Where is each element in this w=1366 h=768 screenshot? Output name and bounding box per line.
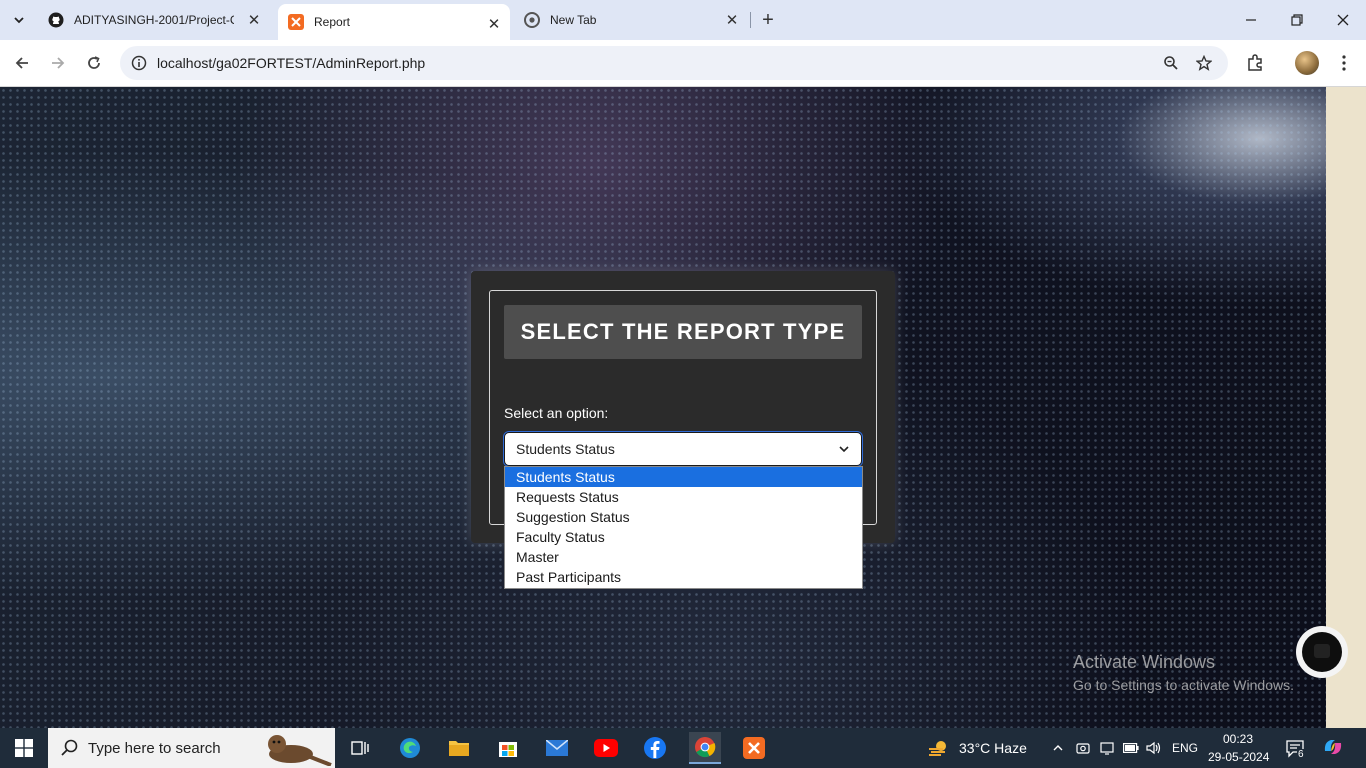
dropdown-option-students-status[interactable]: Students Status <box>505 467 862 487</box>
report-type-select[interactable]: Students Status <box>504 432 862 466</box>
profile-avatar[interactable] <box>1295 51 1319 75</box>
chevron-down-icon <box>14 17 24 24</box>
copilot-icon[interactable] <box>1322 736 1344 758</box>
page-side-panel <box>1326 87 1366 728</box>
restore-button[interactable] <box>1274 0 1320 40</box>
report-heading-box: SELECT THE REPORT TYPE <box>504 305 862 359</box>
option-label: Suggestion Status <box>516 509 630 525</box>
tab-new-tab[interactable]: New Tab ✕ <box>514 0 748 40</box>
minimize-icon <box>1246 19 1256 21</box>
search-icon <box>61 739 78 756</box>
tab-label: ADITYASINGH-2001/Project-Ca <box>74 13 234 27</box>
windows-logo-icon <box>15 739 33 757</box>
xampp-icon <box>288 14 304 30</box>
close-icon <box>1337 14 1349 26</box>
tab-label: Report <box>314 15 351 29</box>
report-type-dropdown: Students Status Requests Status Suggesti… <box>504 466 863 589</box>
arrow-right-icon <box>52 57 65 69</box>
restore-icon <box>1291 14 1303 26</box>
tab-label: New Tab <box>550 13 597 27</box>
url-text[interactable]: localhost/ga02FORTEST/AdminReport.php <box>157 55 425 71</box>
dropdown-option-requests-status[interactable]: Requests Status <box>505 487 862 507</box>
option-label: Past Participants <box>516 569 622 585</box>
xampp-taskbar-icon[interactable] <box>738 732 770 764</box>
display-icon[interactable] <box>1099 740 1115 756</box>
dropdown-option-faculty-status[interactable]: Faculty Status <box>505 527 862 547</box>
zoom-icon[interactable] <box>1160 52 1182 74</box>
language-indicator[interactable]: ENG <box>1172 741 1198 755</box>
chrome-taskbar-icon[interactable] <box>689 732 721 764</box>
chat-icon <box>1314 644 1330 658</box>
new-tab-button[interactable]: + <box>756 8 780 32</box>
back-button[interactable] <box>9 50 35 76</box>
site-info-icon[interactable] <box>128 52 150 74</box>
browser-toolbar: localhost/ga02FORTEST/AdminReport.php <box>0 40 1366 87</box>
page-title: SELECT THE REPORT TYPE <box>520 319 846 344</box>
edge-icon[interactable] <box>394 732 426 764</box>
close-window-button[interactable] <box>1320 0 1366 40</box>
tab-search-button[interactable] <box>6 8 32 32</box>
minimize-button[interactable] <box>1228 0 1274 40</box>
otter-illustration-icon <box>268 735 332 766</box>
reload-icon <box>88 56 100 69</box>
option-label: Faculty Status <box>516 529 605 545</box>
activation-watermark-title: Activate Windows <box>1073 652 1216 672</box>
dropdown-option-past-participants[interactable]: Past Participants <box>505 567 862 587</box>
notification-count: 6 <box>1297 749 1305 760</box>
chevron-up-icon[interactable] <box>1050 740 1066 756</box>
activation-watermark-subtitle: Go to Settings to activate Windows. <box>1073 677 1294 693</box>
dropdown-option-master[interactable]: Master <box>505 547 862 567</box>
bookmark-star-icon[interactable] <box>1193 52 1215 74</box>
close-icon[interactable]: ✕ <box>246 12 262 29</box>
youtube-icon[interactable] <box>590 732 622 764</box>
start-button[interactable] <box>0 728 48 768</box>
windows-taskbar: Type here to search 33°C Haze ENG 00:23 … <box>0 728 1366 768</box>
tab-divider <box>750 12 751 28</box>
close-icon[interactable]: ✕ <box>486 16 502 33</box>
clock-time[interactable]: 00:23 <box>1223 732 1253 746</box>
select-value: Students Status <box>516 441 615 457</box>
mail-icon[interactable] <box>541 732 573 764</box>
chrome-icon <box>524 12 540 28</box>
taskbar-search-box[interactable]: Type here to search <box>48 728 335 768</box>
volume-icon[interactable] <box>1146 740 1162 756</box>
camera-icon[interactable] <box>1075 740 1091 756</box>
arrow-left-icon <box>15 57 28 69</box>
extensions-icon[interactable] <box>1243 51 1267 75</box>
dropdown-option-suggestion-status[interactable]: Suggestion Status <box>505 507 862 527</box>
chevron-down-icon <box>839 446 849 453</box>
battery-icon[interactable] <box>1123 740 1139 756</box>
close-icon[interactable]: ✕ <box>724 12 740 29</box>
reload-button[interactable] <box>81 50 107 76</box>
option-label: Requests Status <box>516 489 619 505</box>
clock-date[interactable]: 29-05-2024 <box>1208 750 1269 764</box>
facebook-icon[interactable] <box>639 732 671 764</box>
menu-dots-icon[interactable] <box>1332 51 1356 75</box>
option-label: Students Status <box>516 469 615 485</box>
github-icon <box>48 12 64 28</box>
file-explorer-icon[interactable] <box>443 732 475 764</box>
browser-tab-strip: ADITYASINGH-2001/Project-Ca ✕ Report ✕ N… <box>0 0 1366 40</box>
tab-report[interactable]: Report ✕ <box>278 4 510 40</box>
option-label: Master <box>516 549 559 565</box>
address-bar[interactable]: localhost/ga02FORTEST/AdminReport.php <box>120 46 1228 80</box>
task-view-icon[interactable] <box>344 732 376 764</box>
search-placeholder: Type here to search <box>88 740 221 757</box>
select-label: Select an option: <box>504 405 609 421</box>
floating-action-button[interactable] <box>1302 632 1342 672</box>
weather-text[interactable]: 33°C Haze <box>959 740 1027 756</box>
weather-icon[interactable] <box>924 732 952 764</box>
microsoft-store-icon[interactable] <box>492 732 524 764</box>
tab-github[interactable]: ADITYASINGH-2001/Project-Ca ✕ <box>38 0 270 40</box>
forward-button[interactable] <box>45 50 71 76</box>
